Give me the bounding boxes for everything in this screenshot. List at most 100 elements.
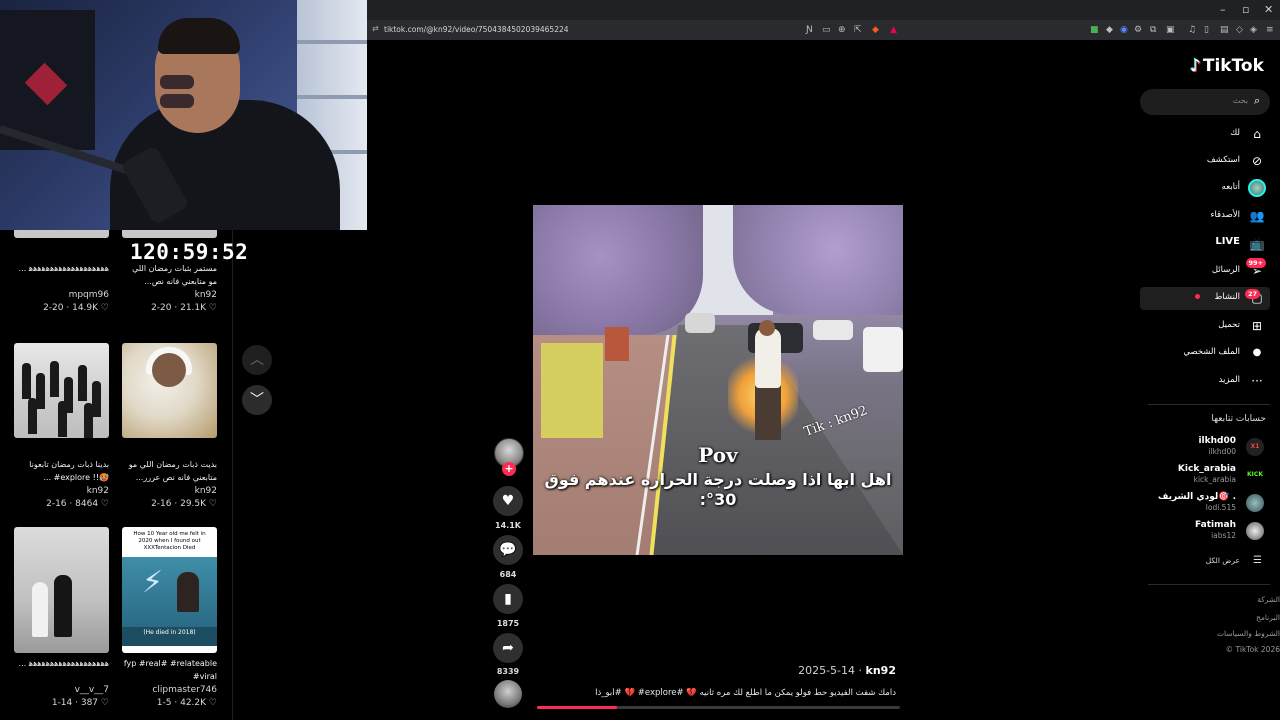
rewards-icon[interactable]: ▲ xyxy=(890,24,897,36)
follow-button[interactable]: + xyxy=(502,462,516,476)
video-caption: ﻫﻫﻫﻫﻫﻫﻫﻫﻫﻫﻫﻫﻫﻫﻫﻫﻫﻫﻫ ... xyxy=(18,264,109,273)
share-button[interactable]: ➦ xyxy=(493,633,523,663)
video-player[interactable]: Tik : kn92 Pov اهل ابها اذا وصلت درجة ال… xyxy=(533,205,903,555)
upload-icon: ⊞ xyxy=(1251,319,1263,333)
extension-diamond-icon[interactable]: ◆ xyxy=(1106,24,1113,36)
previous-video-button[interactable]: ︿ xyxy=(242,345,272,375)
translate-icon[interactable]: Ɲ xyxy=(806,24,813,36)
post-author[interactable]: kn92 xyxy=(866,664,896,677)
video-thumbnail[interactable] xyxy=(122,343,217,438)
nav-label: LIVE xyxy=(1215,236,1240,247)
sidebar-divider xyxy=(1148,584,1270,585)
footer-terms-link[interactable]: الشروط والسياسات xyxy=(1170,629,1280,638)
nav-messages[interactable]: الرسائل ➢ 99+ xyxy=(1140,258,1270,282)
extension-wifi-icon[interactable]: ◉ xyxy=(1120,24,1128,36)
followed-account[interactable]: Fatimah iabs12 xyxy=(1140,519,1270,545)
footer-program-link[interactable]: البرنامج xyxy=(1170,613,1280,622)
close-icon[interactable]: ✕ xyxy=(1264,3,1273,16)
messages-badge: 99+ xyxy=(1245,258,1266,268)
video-card[interactable]: بدينا ذبات رمضان تابعونا 🥵!! explore# ..… xyxy=(14,343,109,509)
tiktok-logo[interactable]: ♪ TikTok xyxy=(1190,56,1264,76)
screen: ﻫﻫﻫﻫﻫﻫﻫﻫﻫﻫﻫﻫﻫﻫﻫﻫﻫﻫﻫ ... mpqm96 2-20 · 14… xyxy=(0,0,1280,720)
bookmarks-icon[interactable]: ▤ xyxy=(1220,24,1229,36)
extension-green-icon[interactable]: ■ xyxy=(1090,24,1099,36)
comment-icon: 💬 xyxy=(499,542,517,558)
post-description: دامك شفت الفيديو حط فولو يمكن ما اطلع لك… xyxy=(595,688,896,698)
share-icon: ➦ xyxy=(502,640,514,656)
sound-avatar[interactable] xyxy=(494,680,522,708)
extensions-icon[interactable]: ⧉ xyxy=(1150,24,1156,36)
yellow-pillar xyxy=(541,343,603,438)
video-author[interactable]: mpqm96 xyxy=(14,290,109,300)
cast-icon[interactable]: ▭ xyxy=(822,24,831,36)
video-author[interactable]: kn92 xyxy=(122,486,217,496)
heart-icon: ♡ xyxy=(100,303,109,313)
video-caption: بدينا ذبات رمضان تابعونا 🥵!! explore# ..… xyxy=(29,460,109,482)
nav-more[interactable]: المزيد ··· xyxy=(1140,370,1270,392)
vpn-icon[interactable]: ◈ xyxy=(1250,24,1257,36)
tiktok-note-icon: ♪ xyxy=(1190,56,1201,76)
followed-account[interactable]: Kick_arabia kick_arabia KICK xyxy=(1140,463,1270,489)
nav-label: لك xyxy=(1230,128,1240,138)
menu-icon[interactable]: ≡ xyxy=(1266,24,1274,36)
zoom-icon[interactable]: ⊕ xyxy=(838,24,846,36)
video-author[interactable]: kn92 xyxy=(122,290,217,300)
video-thumbnail[interactable] xyxy=(122,230,217,238)
streamer-hair xyxy=(158,18,240,54)
comment-button[interactable]: 💬 xyxy=(493,535,523,565)
video-likes: 21.1K xyxy=(180,303,207,313)
video-stats: 2-16 · 29.5K ♡ xyxy=(151,499,217,509)
footer-company-link[interactable]: الشركة xyxy=(1170,595,1280,604)
video-author[interactable]: kn92 xyxy=(14,486,109,496)
site-info-icon[interactable]: ⇄ xyxy=(372,24,379,33)
like-button[interactable]: ♥ xyxy=(493,486,523,516)
url-text[interactable]: tiktok.com/@kn92/video/75043845020394652… xyxy=(384,25,569,34)
stream-timer: 120:59:52 xyxy=(130,240,249,264)
minimize-icon[interactable]: – xyxy=(1220,3,1226,16)
wallet-icon[interactable]: ◇ xyxy=(1236,24,1243,36)
more-icon: ··· xyxy=(1251,374,1263,388)
video-card[interactable]: ﻫﻫﻫﻫﻫﻫﻫﻫﻫﻫﻫﻫﻫﻫﻫﻫﻫﻫﻫ ... mpqm96 2-20 · 14… xyxy=(14,230,109,313)
search-icon[interactable]: ⌕ xyxy=(1254,94,1260,108)
see-all-button[interactable]: عرض الكل ☰ xyxy=(1140,555,1270,570)
video-thumbnail[interactable]: How 10 Year old me felt in 2020 when I f… xyxy=(122,527,217,653)
brave-shield-icon[interactable]: ◆ xyxy=(872,24,879,36)
sidebar-toggle-icon[interactable]: ▯ xyxy=(1204,24,1209,36)
nav-activity[interactable]: النشاط ▢ 27 xyxy=(1140,287,1270,310)
followed-account[interactable]: ilkhd00 ilkhd00 X1 xyxy=(1140,435,1270,461)
video-author[interactable]: clipmaster746 xyxy=(122,685,217,695)
search-input[interactable]: بحث xyxy=(1150,96,1248,105)
activity-badge: 27 xyxy=(1244,289,1260,299)
nav-label: تحميل xyxy=(1218,320,1240,330)
heart-icon: ♡ xyxy=(100,698,109,708)
screenshot-icon[interactable]: ▣ xyxy=(1166,24,1175,36)
followed-account[interactable]: لودي الشريف🎯 . lodi.515 xyxy=(1140,491,1270,517)
video-author[interactable]: v__v__7 xyxy=(14,685,109,695)
video-thumbnail[interactable] xyxy=(14,527,109,653)
video-likes: 42.2K xyxy=(180,698,207,708)
video-thumbnail[interactable] xyxy=(14,343,109,438)
heart-icon: ♡ xyxy=(208,499,217,509)
nav-upload[interactable]: تحميل ⊞ xyxy=(1140,315,1270,337)
video-card[interactable]: بديت ذبات رمضان اللي مو متابعني فانه نص … xyxy=(122,343,217,509)
extension-car-icon[interactable]: ⚙ xyxy=(1134,24,1142,36)
account-handle: lodi.515 xyxy=(1205,503,1236,512)
video-card[interactable]: ﻫﻫﻫﻫﻫﻫﻫﻫﻫﻫﻫﻫﻫﻫﻫﻫﻫﻫﻫ ... v__v__7 1-14 · 3… xyxy=(14,527,109,708)
video-thumbnail[interactable] xyxy=(14,230,109,238)
restore-icon[interactable]: ▫ xyxy=(1242,3,1249,16)
comment-count: 684 xyxy=(499,570,517,579)
music-icon[interactable]: ♫ xyxy=(1188,24,1196,36)
nav-profile[interactable]: الملف الشخصي ● xyxy=(1140,342,1270,364)
nav-following[interactable]: أتابعه xyxy=(1140,177,1270,199)
nav-explore[interactable]: استكشف ⊘ xyxy=(1140,150,1270,172)
save-button[interactable]: ▮ xyxy=(493,584,523,614)
share-page-icon[interactable]: ⇱ xyxy=(854,24,862,36)
account-handle: kick_arabia xyxy=(1193,475,1236,484)
video-card[interactable]: How 10 Year old me felt in 2020 when I f… xyxy=(122,527,217,708)
nav-for-you[interactable]: لك ⌂ xyxy=(1140,123,1270,145)
nav-friends[interactable]: الأصدقاء 👥 xyxy=(1140,205,1270,227)
list-icon: ☰ xyxy=(1253,555,1262,566)
nav-live[interactable]: LIVE 📺 xyxy=(1140,233,1270,255)
save-count: 1875 xyxy=(496,619,520,628)
next-video-button[interactable]: ﹀ xyxy=(242,385,272,415)
